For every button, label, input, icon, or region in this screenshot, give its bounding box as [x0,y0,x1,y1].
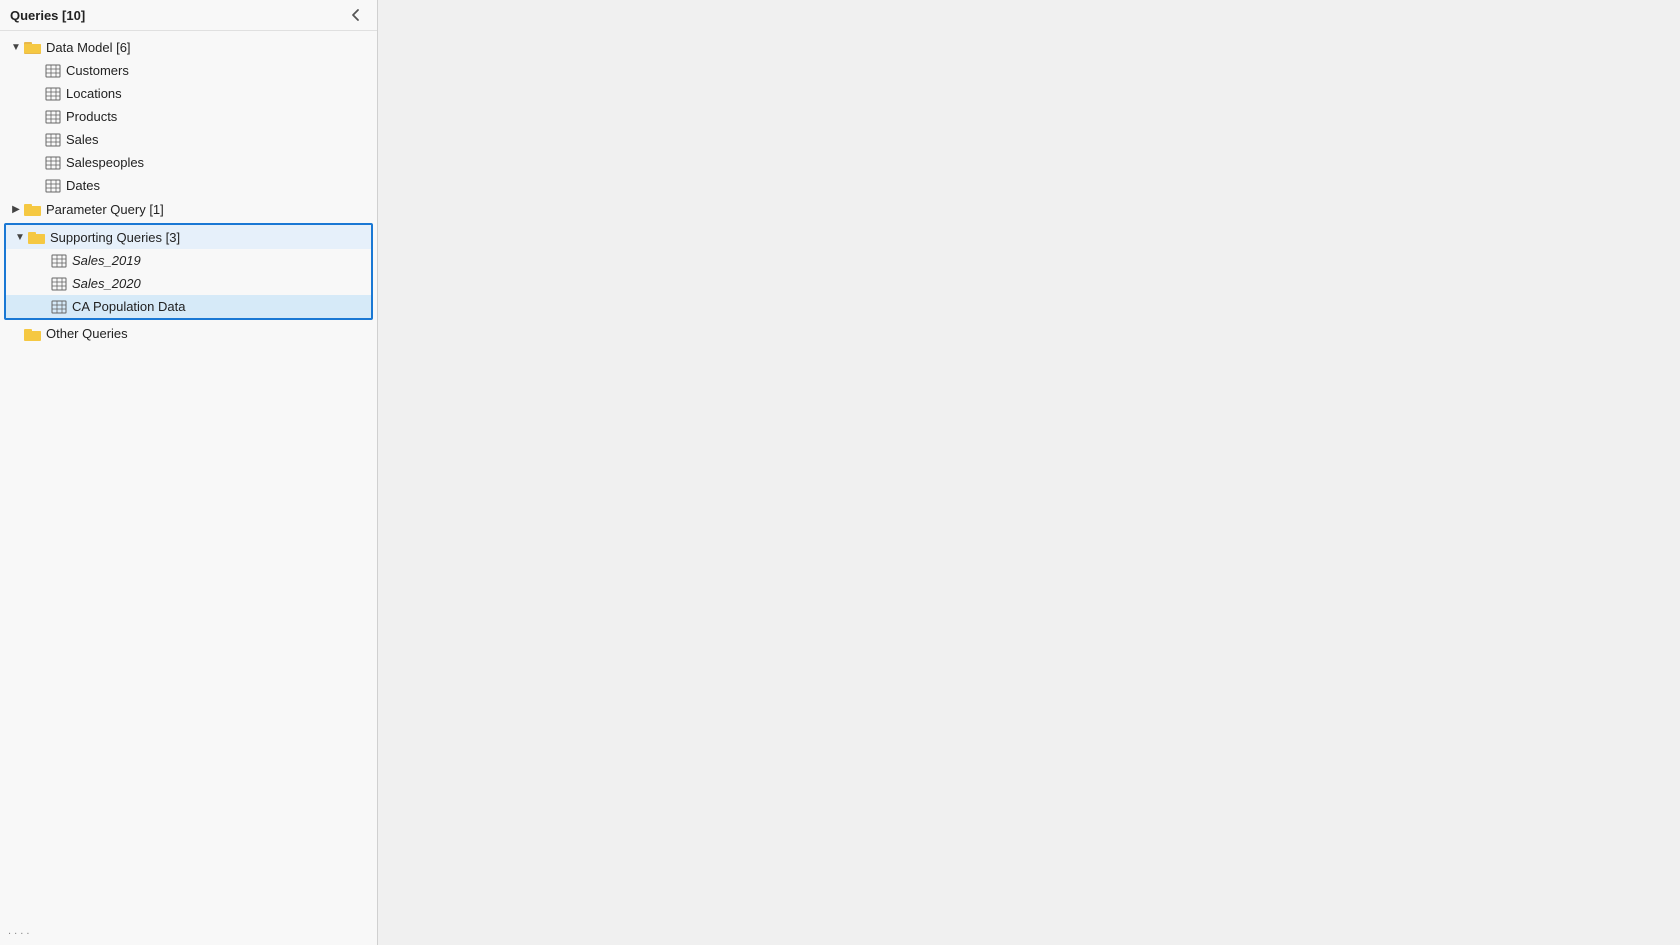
table-icon-sales [44,133,62,147]
table-icon-locations [44,87,62,101]
table-icon-sales-2019 [50,254,68,268]
customers-label: Customers [66,63,129,78]
table-icon-dates [44,179,62,193]
sidebar-header: Queries [10] [0,0,377,31]
query-tree: ▼ Data Model [6] [0,31,377,945]
supporting-queries-selection-box: ▼ Supporting Queries [3] [4,223,373,320]
sidebar: Queries [10] ▼ Data Model [6] [0,0,378,945]
tree-item-sales-2020[interactable]: Sales_2020 [6,272,371,295]
table-icon-products [44,110,62,124]
folder-icon-supporting-queries [28,230,46,244]
folder-icon-data-model [24,40,42,54]
expander-parameter-query[interactable]: ▶ [8,201,24,217]
folder-icon-other-queries [24,327,42,341]
data-model-label: Data Model [6] [46,40,131,55]
locations-label: Locations [66,86,122,101]
main-content [378,0,1680,945]
products-label: Products [66,109,117,124]
table-icon-sales-2020 [50,277,68,291]
tree-item-products[interactable]: Products [0,105,377,128]
table-icon-customers [44,64,62,78]
tree-item-ca-population[interactable]: CA Population Data [6,295,371,318]
tree-group-data-model[interactable]: ▼ Data Model [6] [0,35,377,59]
ca-population-label: CA Population Data [72,299,185,314]
sales-2020-label: Sales_2020 [72,276,141,291]
expander-data-model[interactable]: ▼ [8,39,24,55]
dates-label: Dates [66,178,100,193]
tree-group-parameter-query[interactable]: ▶ Parameter Query [1] [0,197,377,221]
expander-supporting-queries[interactable]: ▼ [12,229,28,245]
tree-item-locations[interactable]: Locations [0,82,377,105]
table-icon-salespeoples [44,156,62,170]
sidebar-title: Queries [10] [10,8,85,23]
folder-icon-parameter-query [24,202,42,216]
tree-group-other-queries[interactable]: Other Queries [0,322,377,345]
tree-item-customers[interactable]: Customers [0,59,377,82]
tree-item-dates[interactable]: Dates [0,174,377,197]
bottom-dots: . . . . [8,925,29,937]
table-icon-ca-population [50,300,68,314]
tree-item-sales[interactable]: Sales [0,128,377,151]
sales-label: Sales [66,132,99,147]
collapse-button[interactable] [345,6,367,24]
other-queries-label: Other Queries [46,326,128,341]
tree-item-salespeoples[interactable]: Salespeoples [0,151,377,174]
supporting-queries-label: Supporting Queries [3] [50,230,180,245]
salespeoples-label: Salespeoples [66,155,144,170]
collapse-icon [349,8,363,22]
parameter-query-label: Parameter Query [1] [46,202,164,217]
tree-group-supporting-queries[interactable]: ▼ Supporting Queries [3] [6,225,371,249]
sales-2019-label: Sales_2019 [72,253,141,268]
tree-item-sales-2019[interactable]: Sales_2019 [6,249,371,272]
